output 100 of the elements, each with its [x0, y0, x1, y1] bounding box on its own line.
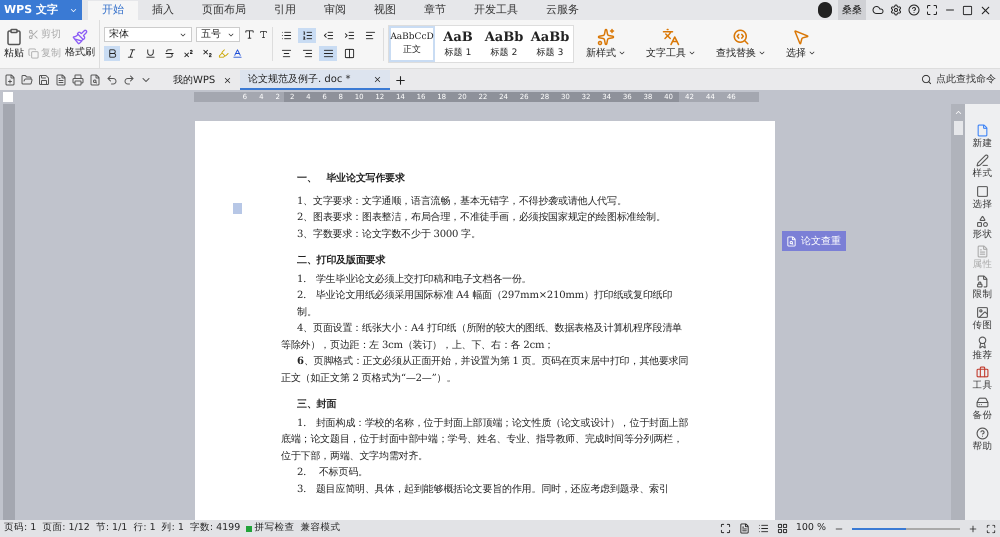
list-item: 2、图表要求：图表整洁，布局合理，不准徒手画，必须按国家规定的绘图标准绘制。: [296, 210, 667, 225]
document-icon[interactable]: [55, 74, 67, 86]
bold-button[interactable]: [104, 46, 120, 61]
font-color-icon[interactable]: [232, 48, 243, 59]
list-item: 1、文字要求：文字通顺，语言流畅，基本无错字，不得抄袭或请他人代写。: [296, 194, 628, 208]
fit-icon[interactable]: [720, 523, 731, 534]
new-style-button[interactable]: 新样式: [578, 28, 634, 60]
preview-icon[interactable]: [89, 74, 101, 86]
shapes-icon: [976, 214, 989, 228]
text-tools-button[interactable]: 文字工具: [638, 28, 704, 60]
undo-icon[interactable]: [106, 74, 118, 86]
ribbon-tab[interactable]: 云服务: [532, 1, 593, 20]
print-icon[interactable]: [72, 74, 84, 86]
numbering-button[interactable]: [298, 28, 316, 42]
shrink-font-icon[interactable]: [259, 30, 268, 39]
font-size-field[interactable]: 五号: [196, 27, 240, 42]
close-icon[interactable]: [979, 4, 992, 16]
close-icon: [223, 76, 232, 84]
ribbon-tab[interactable]: 审阅: [310, 1, 360, 20]
paste-button[interactable]: 粘贴: [4, 28, 24, 60]
spell-check-status[interactable]: 拼写检查: [246, 521, 294, 536]
caret-icon: [758, 49, 766, 57]
pointer-icon: [792, 28, 810, 46]
user-name[interactable]: 桑桑: [838, 0, 866, 20]
justify-button[interactable]: [319, 46, 337, 60]
select-button[interactable]: 选择: [778, 28, 824, 60]
help-icon: [976, 426, 989, 440]
sidebar-item[interactable]: 帮助: [972, 426, 992, 454]
redo-icon[interactable]: [123, 74, 135, 86]
search-icon: [732, 28, 750, 46]
columns-icon: [344, 48, 354, 58]
help-icon[interactable]: [908, 4, 920, 16]
status-item: 页码: 1: [4, 521, 36, 536]
image-icon: [976, 306, 989, 318]
app-menu-button[interactable]: WPS 文字: [0, 0, 82, 20]
fullscreen-icon[interactable]: [986, 524, 996, 534]
ruler-corner: [3, 92, 13, 102]
indent-icon: [344, 30, 354, 40]
status-item: 页面: 1/12: [42, 521, 90, 536]
sidebar-item[interactable]: 样式: [972, 154, 992, 182]
caret-icon: [618, 49, 626, 57]
translate-icon: [662, 28, 680, 46]
ribbon-tab[interactable]: 视图: [360, 1, 410, 20]
style-preset[interactable]: AaBb 标题 3: [527, 26, 573, 62]
sidebar-item[interactable]: 传图: [972, 306, 992, 333]
command-search-field[interactable]: 点此查找命令: [921, 72, 996, 87]
status-item: 列: 1: [162, 521, 184, 536]
grow-font-icon[interactable]: [244, 29, 255, 40]
section-heading: 一、 毕业论文写作要求: [296, 172, 406, 186]
add-tab-icon[interactable]: [394, 74, 407, 87]
restore-icon[interactable]: [962, 4, 973, 16]
ribbon-tab[interactable]: 章节: [410, 1, 460, 20]
strikethrough-icon: [164, 48, 174, 59]
status-item: 节: 1/1: [96, 521, 128, 536]
underline-icon: [144, 48, 156, 59]
document-icon: [976, 245, 989, 258]
zoom-in-icon[interactable]: [968, 524, 978, 534]
style-preset[interactable]: AaB 标题 1: [435, 26, 481, 62]
ribbon-tab[interactable]: 开发工具: [460, 1, 532, 20]
sidebar-item[interactable]: 选择: [972, 184, 992, 212]
align-left-icon: [364, 30, 376, 40]
format-painter-button[interactable]: 格式刷: [65, 28, 95, 60]
page-icon: [233, 203, 242, 214]
paragraph: 4、页面设置：纸张大小：A4 打印纸（所附的较大的图纸、数据表格及计算机程序段清单等除外），页边距：左 3cm（装订），上、下、右：各 2cm；: [281, 322, 683, 352]
sidebar-item[interactable]: 工具: [972, 366, 992, 394]
page-view-icon[interactable]: [738, 523, 750, 534]
font-name-field[interactable]: 宋体: [104, 27, 192, 42]
web-view-icon[interactable]: [776, 523, 788, 534]
document-tab[interactable]: 我的WPS: [165, 70, 240, 90]
ribbon-tab[interactable]: 页面布局: [188, 1, 260, 20]
scroll-thumb[interactable]: [954, 121, 962, 135]
sidebar-item[interactable]: 形状: [972, 214, 992, 242]
sidebar-item[interactable]: 推荐: [972, 336, 992, 363]
plagiarism-check-button[interactable]: 论文查重: [782, 231, 846, 251]
ribbon-tab[interactable]: 引用: [260, 1, 310, 20]
section-heading: 三、封面: [296, 398, 338, 412]
sparkle-icon: [597, 28, 615, 46]
sidebar-item[interactable]: 新建: [972, 124, 992, 152]
fullscreen-icon[interactable]: [926, 4, 938, 16]
style-preset[interactable]: AaBb 标题 2: [481, 26, 527, 62]
style-preset[interactable]: AaBbCcD 正文: [389, 26, 435, 62]
file-lock-icon: [976, 275, 989, 288]
paragraph: 6、页脚格式：正文必须从正面开始，并设置为第 1 页。页码在页末居中打印，其他要求同正文（如正文第 2 页格式为“—2—”）。: [281, 354, 689, 386]
ribbon-tab[interactable]: 插入: [138, 1, 188, 20]
close-icon: [373, 74, 382, 84]
cloud-icon[interactable]: [872, 4, 884, 16]
copy-icon: [28, 48, 39, 59]
caret-icon: [688, 49, 696, 57]
outdent-icon: [322, 30, 334, 40]
new-file-icon[interactable]: [4, 74, 16, 86]
ribbon-tab[interactable]: 开始: [88, 1, 138, 20]
document-tab[interactable]: 论文规范及例子. doc *: [240, 70, 390, 90]
sidebar-item[interactable]: 限制: [972, 275, 992, 302]
square-icon: [976, 184, 989, 198]
find-button[interactable]: 查找替换: [708, 28, 774, 60]
folder-icon[interactable]: [21, 74, 33, 86]
sidebar-item[interactable]: 备份: [972, 396, 992, 424]
award-icon: [976, 336, 989, 349]
settings-icon[interactable]: [890, 4, 902, 16]
save-icon[interactable]: [38, 74, 50, 86]
